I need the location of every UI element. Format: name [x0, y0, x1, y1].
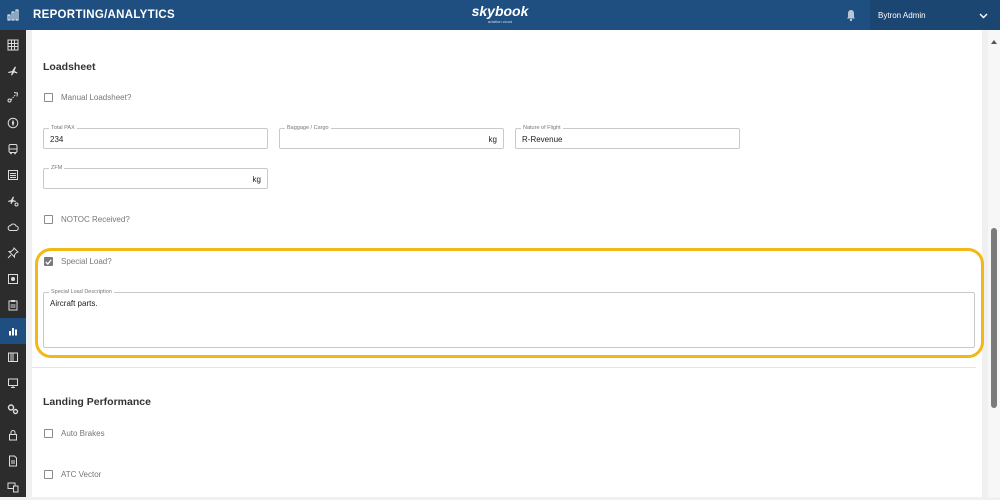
baggage-cargo-label: Baggage / Cargo — [285, 125, 331, 132]
checkbox-box[interactable] — [44, 470, 53, 479]
form-card: Loadsheet Manual Loadsheet? Total PAX 23… — [32, 30, 984, 497]
book-icon[interactable] — [0, 344, 26, 370]
user-menu[interactable]: Bytron Admin — [870, 0, 1000, 30]
zfm-unit: kg — [252, 175, 261, 184]
baggage-cargo-field[interactable]: Baggage / Cargo kg — [279, 125, 504, 149]
pushpin-icon[interactable] — [0, 240, 26, 266]
user-name: Bytron Admin — [878, 10, 926, 20]
atc-vector-checkbox[interactable]: ATC Vector — [44, 470, 101, 479]
gears-icon[interactable] — [0, 396, 26, 422]
loadsheet-title: Loadsheet — [43, 61, 96, 73]
sidebar — [0, 30, 26, 497]
devices-icon[interactable] — [0, 474, 26, 500]
checkbox-box[interactable] — [44, 215, 53, 224]
zfm-field[interactable]: ZFM kg — [43, 165, 268, 189]
plane-tools-icon[interactable] — [0, 188, 26, 214]
weather-icon[interactable] — [0, 214, 26, 240]
checkbox-box[interactable] — [44, 429, 53, 438]
baggage-cargo-unit: kg — [488, 135, 497, 144]
compass-icon[interactable] — [0, 110, 26, 136]
lock-icon[interactable] — [0, 422, 26, 448]
plane-icon[interactable] — [0, 58, 26, 84]
nature-of-flight-field[interactable]: Nature of Flight R-Revenue — [515, 125, 740, 149]
monitor-icon[interactable] — [0, 370, 26, 396]
certificate-icon[interactable] — [0, 266, 26, 292]
auto-brakes-checkbox[interactable]: Auto Brakes — [44, 429, 105, 438]
bar-chart-icon[interactable] — [0, 0, 26, 30]
vertical-scrollbar[interactable] — [988, 30, 1000, 497]
calendar-list-icon[interactable] — [0, 162, 26, 188]
section-divider — [32, 367, 976, 368]
top-bar: REPORTING/ANALYTICS skybook aviation clo… — [0, 0, 1000, 30]
total-pax-field[interactable]: Total PAX 234 — [43, 125, 268, 149]
auto-brakes-label: Auto Brakes — [61, 429, 105, 438]
zfm-label: ZFM — [49, 165, 65, 172]
route-icon[interactable] — [0, 84, 26, 110]
table-grid-icon[interactable] — [0, 32, 26, 58]
bell-icon[interactable] — [844, 8, 858, 22]
clipboard-icon[interactable] — [0, 292, 26, 318]
skybook-logo[interactable]: skybook aviation cloud — [470, 3, 530, 25]
logo-subtext: aviation cloud — [487, 19, 513, 24]
manual-loadsheet-label: Manual Loadsheet? — [61, 93, 132, 102]
checkbox-box[interactable] — [44, 93, 53, 102]
module-title: REPORTING/ANALYTICS — [33, 9, 176, 21]
landing-performance-title: Landing Performance — [43, 396, 151, 408]
scroll-up-arrow-icon[interactable] — [991, 40, 997, 44]
manual-loadsheet-checkbox[interactable]: Manual Loadsheet? — [44, 93, 131, 102]
nature-of-flight-label: Nature of Flight — [521, 125, 563, 132]
atc-vector-label: ATC Vector — [61, 470, 102, 479]
highlight-annotation-box — [35, 248, 984, 358]
bus-icon[interactable] — [0, 136, 26, 162]
nature-of-flight-value: R-Revenue — [522, 135, 563, 144]
scrollbar-thumb[interactable] — [991, 228, 997, 408]
notoc-received-checkbox[interactable]: NOTOC Received? — [44, 215, 130, 224]
logo-word: skybook — [471, 3, 529, 19]
notoc-received-label: NOTOC Received? — [61, 215, 130, 224]
chevron-down-icon — [979, 6, 988, 24]
document-icon[interactable] — [0, 448, 26, 474]
bar-chart-icon[interactable] — [0, 318, 26, 344]
main-content: Loadsheet Manual Loadsheet? Total PAX 23… — [26, 30, 988, 497]
total-pax-value: 234 — [50, 135, 64, 144]
total-pax-label: Total PAX — [49, 125, 77, 132]
